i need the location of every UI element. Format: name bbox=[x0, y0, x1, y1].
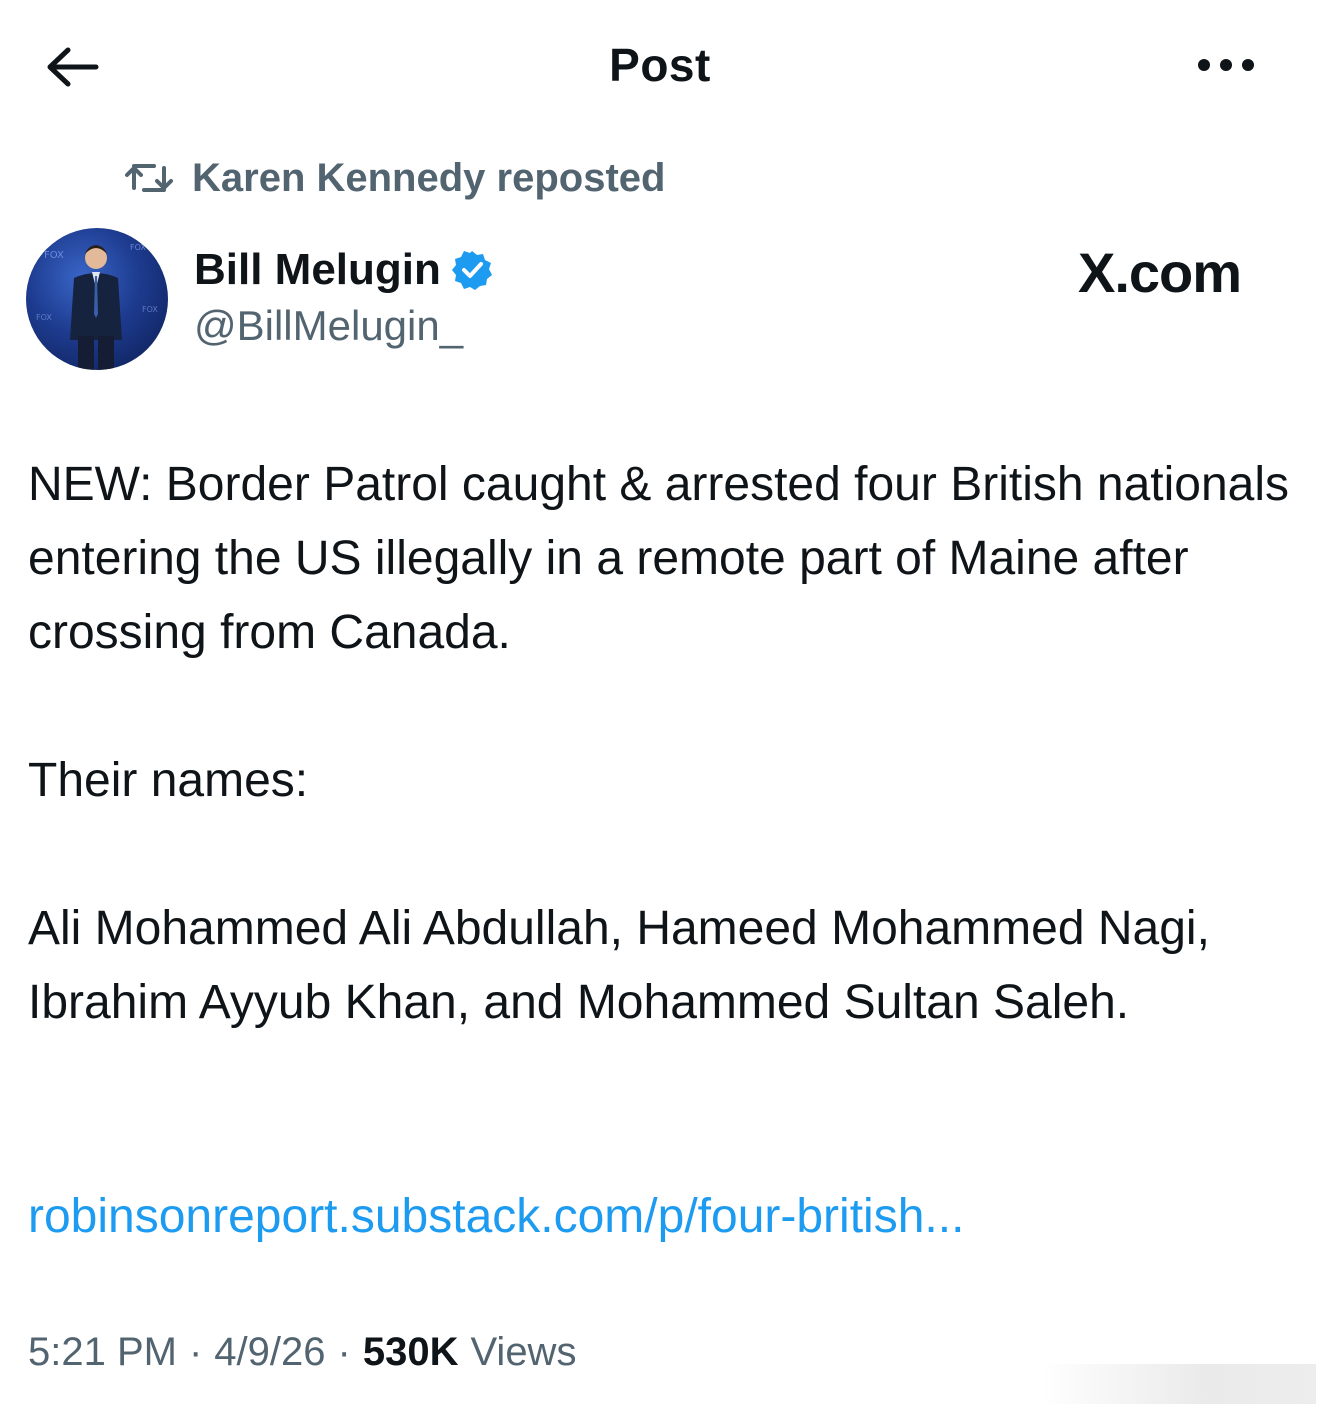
svg-text:FOX: FOX bbox=[130, 243, 146, 252]
watermark-logo: X.com bbox=[1078, 241, 1242, 304]
repost-icon bbox=[124, 158, 178, 198]
corner-watermark bbox=[1040, 1364, 1316, 1404]
post-paragraph: Ali Mohammed Ali Abdullah, Hameed Mohamm… bbox=[28, 902, 1210, 1029]
more-options-button[interactable] bbox=[1188, 40, 1264, 90]
repost-text: Karen Kennedy reposted bbox=[192, 155, 666, 200]
author-name-row: Bill Melugin bbox=[194, 240, 495, 300]
post-link[interactable]: robinsonreport.substack.com/p/four-briti… bbox=[28, 1180, 964, 1254]
meta-separator: · bbox=[337, 1330, 351, 1374]
page-title: Post bbox=[609, 39, 711, 91]
verified-badge-icon bbox=[451, 248, 495, 292]
svg-text:FOX: FOX bbox=[36, 313, 52, 322]
repost-indicator[interactable]: Karen Kennedy reposted bbox=[124, 150, 665, 206]
post-text: NEW: Border Patrol caught & arrested fou… bbox=[28, 448, 1298, 1114]
post-time[interactable]: 5:21 PM bbox=[28, 1330, 177, 1375]
post-meta: 5:21 PM · 4/9/26 · 530K Views bbox=[28, 1330, 576, 1375]
post-date[interactable]: 4/9/26 bbox=[214, 1330, 325, 1375]
views-label: Views bbox=[470, 1330, 577, 1374]
post-paragraph: Their names: bbox=[28, 754, 309, 807]
svg-text:FOX: FOX bbox=[44, 250, 64, 261]
author-name[interactable]: Bill Melugin bbox=[194, 245, 441, 295]
top-bar: Post bbox=[0, 0, 1320, 130]
post-paragraph: NEW: Border Patrol caught & arrested fou… bbox=[28, 458, 1290, 659]
author-handle[interactable]: @BillMelugin_ bbox=[194, 302, 463, 350]
meta-separator: · bbox=[188, 1330, 203, 1374]
more-horizontal-icon bbox=[1198, 59, 1254, 71]
avatar[interactable]: FOX FOX FOX FOX bbox=[26, 228, 168, 370]
svg-text:FOX: FOX bbox=[142, 305, 158, 314]
views-count: 530K bbox=[362, 1330, 459, 1374]
